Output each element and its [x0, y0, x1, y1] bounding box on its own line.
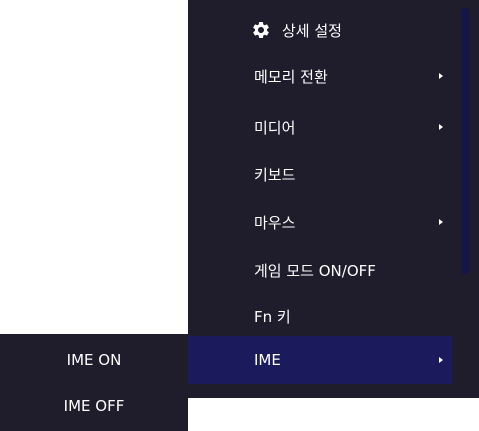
menu-scrollbar[interactable]: [461, 8, 469, 274]
menu-item-keyboard[interactable]: 키보드: [188, 150, 452, 198]
menu-header-label: 상세 설정: [282, 21, 342, 40]
submenu-item-ime-off[interactable]: IME OFF: [0, 383, 188, 429]
menu-item-fn-key[interactable]: Fn 키: [188, 292, 452, 340]
menu-item-label: 키보드: [254, 165, 296, 184]
menu-item-label: 마우스: [254, 213, 296, 232]
menu-item-mouse[interactable]: 마우스: [188, 198, 452, 246]
menu-item-label: 게임 모드 ON/OFF: [254, 261, 376, 280]
menu-item-label: 메모리 전환: [254, 67, 328, 86]
submenu-arrow-icon: [439, 73, 443, 79]
submenu-item-label: IME ON: [66, 351, 122, 369]
submenu-arrow-icon: [439, 219, 443, 225]
submenu-item-label: IME OFF: [63, 397, 125, 415]
gear-icon: [250, 19, 272, 41]
submenu-item-ime-on[interactable]: IME ON: [0, 337, 188, 383]
menu-header-advanced-settings[interactable]: 상세 설정: [188, 6, 452, 54]
menu-item-media[interactable]: 미디어: [188, 103, 452, 151]
submenu-arrow-icon: [439, 357, 443, 363]
submenu-arrow-icon: [439, 124, 443, 130]
settings-menu: 상세 설정 메모리 전환 미디어 키보드 마우스 게임 모드 ON/OFF Fn…: [188, 0, 479, 398]
ime-submenu: IME ON IME OFF: [0, 334, 188, 431]
menu-item-label: Fn 키: [254, 307, 291, 326]
menu-item-memory-switch[interactable]: 메모리 전환: [188, 52, 452, 100]
menu-item-label: 미디어: [254, 118, 296, 137]
menu-item-game-mode[interactable]: 게임 모드 ON/OFF: [188, 246, 452, 294]
menu-item-label: IME: [254, 351, 281, 369]
menu-item-ime[interactable]: IME: [188, 336, 452, 384]
